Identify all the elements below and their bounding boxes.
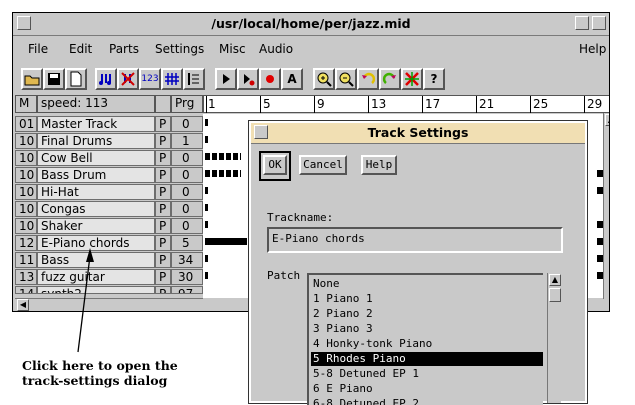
- annotation-line-2: track-settings dialog: [22, 373, 168, 388]
- annotation-caption: Click here to open the track-settings di…: [22, 358, 178, 388]
- annotation-line-1: Click here to open the: [22, 358, 178, 373]
- annotation-arrow: [77, 248, 94, 353]
